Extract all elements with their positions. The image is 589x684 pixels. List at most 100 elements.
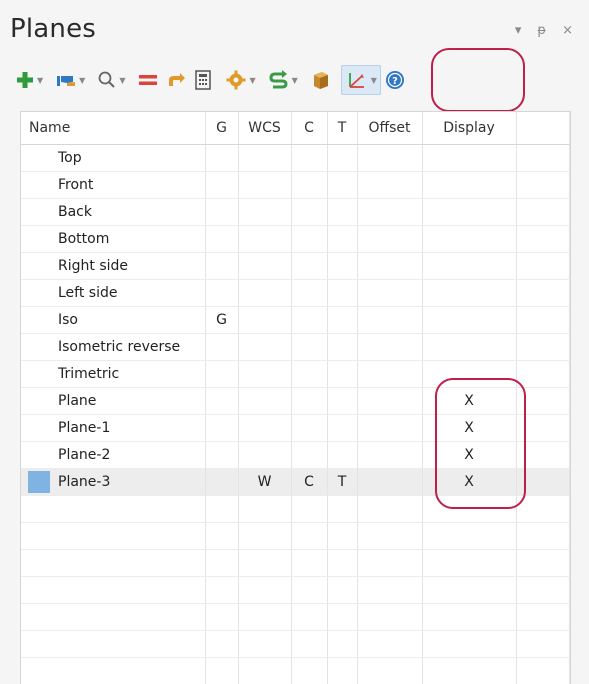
table-row[interactable]: Plane-3WCTX [21, 469, 569, 496]
cell-c[interactable] [291, 307, 327, 334]
cell-g[interactable]: G [205, 307, 238, 334]
cell-display[interactable]: X [422, 415, 516, 442]
cell-display[interactable] [422, 145, 516, 172]
table-row[interactable]: Right side [21, 253, 569, 280]
cell-c[interactable]: C [291, 469, 327, 496]
cell-g[interactable] [205, 253, 238, 280]
cell-wcs[interactable]: W [238, 469, 291, 496]
column-header-c[interactable]: C [291, 112, 327, 145]
table-row[interactable]: Bottom [21, 226, 569, 253]
chevron-down-icon[interactable]: ▼ [37, 76, 43, 85]
cell-c[interactable] [291, 199, 327, 226]
pin-icon[interactable]: ᵽ [537, 24, 546, 37]
cell-name[interactable]: Plane-2 [21, 442, 205, 469]
cell-c[interactable] [291, 280, 327, 307]
cell-wcs[interactable] [238, 253, 291, 280]
cell-t[interactable] [327, 172, 357, 199]
cell-c[interactable] [291, 388, 327, 415]
cell-t[interactable] [327, 280, 357, 307]
cell-name[interactable]: Back [21, 199, 205, 226]
column-header-wcs[interactable]: WCS [238, 112, 291, 145]
cell-offset[interactable] [357, 199, 422, 226]
table-row[interactable]: Isometric reverse [21, 334, 569, 361]
cell-offset[interactable] [357, 253, 422, 280]
settings-button[interactable]: ▼ [222, 66, 258, 94]
cell-display[interactable] [422, 307, 516, 334]
cell-offset[interactable] [357, 415, 422, 442]
cell-name[interactable]: Plane-3 [21, 469, 205, 496]
cell-wcs[interactable] [238, 307, 291, 334]
column-header-t[interactable]: T [327, 112, 357, 145]
table-row[interactable]: Top [21, 145, 569, 172]
cell-offset[interactable] [357, 307, 422, 334]
cell-g[interactable] [205, 199, 238, 226]
cell-c[interactable] [291, 415, 327, 442]
cell-offset[interactable] [357, 334, 422, 361]
cell-offset[interactable] [357, 442, 422, 469]
cell-g[interactable] [205, 469, 238, 496]
cell-t[interactable] [327, 334, 357, 361]
table-row[interactable]: IsoG [21, 307, 569, 334]
cell-wcs[interactable] [238, 442, 291, 469]
cell-t[interactable] [327, 415, 357, 442]
view-button[interactable]: ▼ [52, 66, 88, 94]
cell-t[interactable]: T [327, 469, 357, 496]
cell-display[interactable]: X [422, 442, 516, 469]
column-header-offset[interactable]: Offset [357, 112, 422, 145]
column-header-g[interactable]: G [205, 112, 238, 145]
cell-offset[interactable] [357, 226, 422, 253]
column-header-display[interactable]: Display [422, 112, 516, 145]
cell-t[interactable] [327, 307, 357, 334]
cell-wcs[interactable] [238, 334, 291, 361]
table-row[interactable]: Back [21, 199, 569, 226]
cell-g[interactable] [205, 172, 238, 199]
cell-wcs[interactable] [238, 172, 291, 199]
cell-t[interactable] [327, 226, 357, 253]
table-row[interactable]: PlaneX [21, 388, 569, 415]
cell-t[interactable] [327, 253, 357, 280]
cell-display[interactable] [422, 199, 516, 226]
cell-c[interactable] [291, 253, 327, 280]
find-button[interactable]: ▼ [94, 66, 128, 94]
cell-c[interactable] [291, 145, 327, 172]
cell-t[interactable] [327, 442, 357, 469]
column-header-name[interactable]: Name [21, 112, 205, 145]
cell-wcs[interactable] [238, 280, 291, 307]
cell-t[interactable] [327, 361, 357, 388]
dropdown-icon[interactable]: ▾ [515, 24, 522, 37]
cell-wcs[interactable] [238, 361, 291, 388]
cell-name[interactable]: Top [21, 145, 205, 172]
chevron-down-icon[interactable]: ▼ [371, 76, 377, 85]
back-button[interactable] [162, 66, 190, 94]
add-button[interactable]: ▼ [12, 66, 46, 94]
cell-c[interactable] [291, 442, 327, 469]
calculator-button[interactable] [190, 66, 216, 94]
cell-offset[interactable] [357, 361, 422, 388]
cell-offset[interactable] [357, 388, 422, 415]
cell-c[interactable] [291, 334, 327, 361]
table-row[interactable]: Left side [21, 280, 569, 307]
chevron-down-icon[interactable]: ▼ [119, 76, 125, 85]
cell-t[interactable] [327, 145, 357, 172]
cell-display[interactable] [422, 172, 516, 199]
cell-offset[interactable] [357, 469, 422, 496]
cell-wcs[interactable] [238, 388, 291, 415]
help-button[interactable]: ? [381, 66, 409, 94]
cell-display[interactable] [422, 226, 516, 253]
cell-g[interactable] [205, 145, 238, 172]
cell-offset[interactable] [357, 145, 422, 172]
cell-t[interactable] [327, 388, 357, 415]
cell-g[interactable] [205, 361, 238, 388]
cell-display[interactable] [422, 253, 516, 280]
cell-wcs[interactable] [238, 226, 291, 253]
cell-g[interactable] [205, 442, 238, 469]
cell-display[interactable]: X [422, 388, 516, 415]
cell-name[interactable]: Right side [21, 253, 205, 280]
cell-name[interactable]: Front [21, 172, 205, 199]
table-row[interactable]: Plane-1X [21, 415, 569, 442]
cell-name[interactable]: Bottom [21, 226, 205, 253]
table-row[interactable]: Front [21, 172, 569, 199]
refresh-button[interactable]: ▼ [265, 66, 301, 94]
chevron-down-icon[interactable]: ▼ [292, 76, 298, 85]
close-icon[interactable]: × [562, 24, 573, 37]
